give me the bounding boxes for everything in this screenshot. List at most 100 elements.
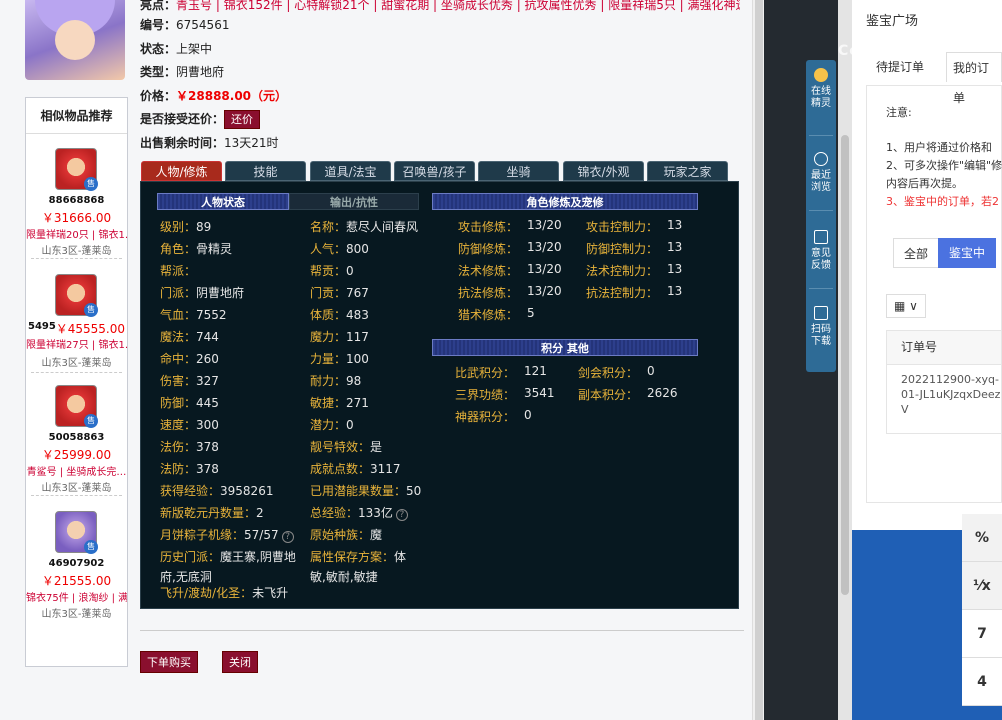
filter-appraising-button[interactable]: 鉴宝中 <box>938 238 996 268</box>
cult-value: 13/20 <box>527 284 562 298</box>
help-icon[interactable]: ? <box>281 531 294 543</box>
item-price: ￥25999.00 <box>41 448 112 462</box>
stat-value: 445 <box>196 396 219 410</box>
stat-value: 0 <box>346 418 354 432</box>
item-server: 山东3区-蓬莱岛 <box>41 609 112 620</box>
stat-label: 新版乾元丹数量：2 <box>160 506 264 520</box>
control-label: 抗法控制力： <box>586 286 659 300</box>
stat-label: 敏,敏耐,敏捷 <box>310 568 378 585</box>
stat-label: 防御：445 <box>160 396 219 410</box>
scan-download-button[interactable]: 扫码 下载 <box>806 306 836 348</box>
tab-mounts[interactable]: 坐骑 <box>478 161 559 181</box>
points-value: 0 <box>647 364 655 378</box>
stat-label: 帮派： <box>160 264 197 278</box>
right-scrollbar[interactable] <box>838 0 852 720</box>
close-button[interactable]: 关闭 <box>222 651 258 673</box>
stat-value: 未飞升 <box>252 586 289 600</box>
item-id: 46907902 <box>48 558 105 569</box>
cultivation-header: 角色修炼及宠修 <box>432 193 698 210</box>
tab-my-orders[interactable]: 我的订单 <box>946 52 1002 105</box>
tab-skills[interactable]: 技能 <box>225 161 306 181</box>
item-avatar[interactable]: 售 <box>55 274 98 317</box>
points-label: 三界功绩： <box>455 388 516 402</box>
type-row: 类型：阴曹地府 <box>140 65 225 79</box>
tab-items[interactable]: 道具/法宝 <box>310 161 391 181</box>
stat-label: 法防：378 <box>160 462 219 476</box>
stat-label: 成就点数：3117 <box>310 462 401 476</box>
bargain-button[interactable]: 还价 <box>224 110 261 129</box>
tab-outfits[interactable]: 锦衣/外观 <box>563 161 644 181</box>
stat-label: 速度：300 <box>160 418 219 432</box>
note-line: 2、可多次操作"编辑"修 <box>886 159 1002 172</box>
help-icon[interactable]: ? <box>395 509 408 521</box>
order-id-cell[interactable]: 2022112900-xyq-01-JL1uKJzqxDeezV <box>886 364 1002 434</box>
similar-items-panel: 相似物品推荐 售 88668868 ￥31666.00 限量祥瑞20只 | 锦衣… <box>25 97 128 667</box>
item-price: ￥21555.00 <box>41 574 112 588</box>
item-tags: 限量祥瑞27只 | 锦衣1… <box>26 340 127 351</box>
points-value: 121 <box>524 364 547 378</box>
right-cell: 7 <box>962 610 1002 658</box>
item-id: 50058863 <box>48 432 105 443</box>
points-value: 3541 <box>524 386 555 400</box>
character-avatar <box>25 0 125 80</box>
item-server: 山东3区-蓬莱岛 <box>41 358 112 369</box>
stat-value: 7552 <box>196 308 227 322</box>
item-avatar[interactable]: 售 <box>55 385 98 428</box>
sell-badge: 售 <box>84 414 98 428</box>
stat-value: 800 <box>346 242 369 256</box>
stat-label: 伤害：327 <box>160 374 219 388</box>
item-avatar[interactable]: 售 <box>55 148 98 191</box>
stat-label: 帮贡：0 <box>310 264 354 278</box>
buy-button[interactable]: 下单购买 <box>140 651 198 673</box>
recent-browse-button[interactable]: 最近 浏览 <box>806 152 836 194</box>
output-header[interactable]: 输出/抗性 <box>289 193 419 210</box>
points-label: 副本积分： <box>578 388 639 402</box>
stat-value: 阴曹地府 <box>196 286 245 300</box>
stat-label: 气血：7552 <box>160 308 227 322</box>
cult-label: 法术修炼： <box>458 264 519 278</box>
stat-value: 敏,敏耐,敏捷 <box>310 570 378 584</box>
tab-character[interactable]: 人物/修炼 <box>141 161 222 181</box>
item-price: ￥31666.00 <box>41 211 112 225</box>
stat-value: 是 <box>370 440 383 454</box>
sell-badge: 售 <box>84 303 98 317</box>
cult-value: 13/20 <box>527 218 562 232</box>
note-line: 1、用户将通过价格和 <box>886 141 992 154</box>
control-label: 法术控制力： <box>586 264 659 278</box>
stat-value: 50 <box>406 484 422 498</box>
stat-label: 历史门派：魔王寨,阴曹地 <box>160 550 296 564</box>
right-cell: 4 <box>962 658 1002 706</box>
grid-view-icon[interactable]: ▦ ∨ <box>886 294 926 318</box>
points-label: 剑会积分： <box>578 366 639 380</box>
stat-label: 总经验：133亿? <box>310 504 408 521</box>
stat-value: 2 <box>256 506 264 520</box>
tab-pets[interactable]: 召唤兽/孩子 <box>394 161 475 181</box>
item-price: ￥45555.00 <box>55 322 125 336</box>
right-cell: % <box>962 514 1002 562</box>
page-scrollbar[interactable] <box>752 0 764 720</box>
tab-home[interactable]: 玩家之家 <box>647 161 728 181</box>
cult-label: 防御修炼： <box>458 242 519 256</box>
tab-pending-orders[interactable]: 待提订单 <box>876 52 924 82</box>
item-avatar[interactable]: 售 <box>55 511 98 554</box>
feedback-button[interactable]: 意见 反馈 <box>806 230 836 272</box>
online-helper-button[interactable]: 在线 精灵 <box>806 68 836 110</box>
stat-value: 惹尽人间春风 <box>346 220 419 234</box>
item-server: 山东3区-蓬莱岛 <box>41 246 112 257</box>
filter-all-button[interactable]: 全部 <box>893 238 939 268</box>
stat-label: 月饼粽子机缘：57/57? <box>160 526 294 543</box>
control-value: 13 <box>667 262 683 276</box>
stat-label: 命中：260 <box>160 352 219 366</box>
stat-label: 力量：100 <box>310 352 369 366</box>
remaining-row: 出售剩余时间：13天21时 <box>140 136 279 150</box>
cult-value: 13/20 <box>527 262 562 276</box>
item-tags: 限量祥瑞20只 | 锦衣1… <box>26 230 127 241</box>
item-tags: 青鲨号 | 坐骑成长完… <box>26 467 127 478</box>
stat-label: 获得经验：3958261 <box>160 484 274 498</box>
stat-label: 靓号特效：是 <box>310 440 383 454</box>
stat-value: 271 <box>346 396 369 410</box>
note-warning: 3、鉴宝中的订单，若2 <box>886 195 999 208</box>
item-server: 山东3区-蓬莱岛 <box>41 483 112 494</box>
control-label: 攻击控制力： <box>586 220 659 234</box>
status-header[interactable]: 人物状态 <box>157 193 289 210</box>
